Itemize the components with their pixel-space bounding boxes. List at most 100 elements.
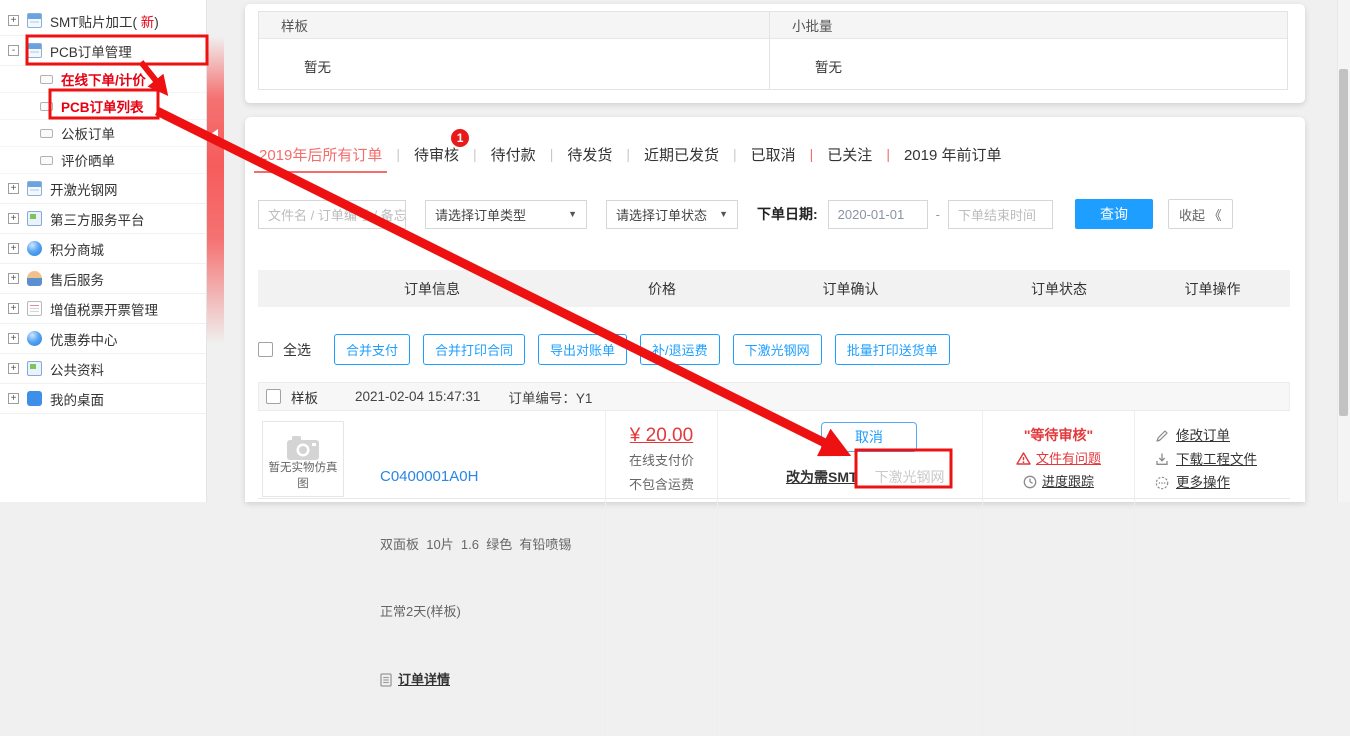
date-end-input[interactable]: 下单结束时间 bbox=[948, 200, 1053, 229]
tab-已取消[interactable]: 已取消 bbox=[750, 144, 797, 165]
new-badge: 新 bbox=[137, 15, 154, 30]
tab-2019年后所有订单[interactable]: 2019年后所有订单 bbox=[258, 144, 383, 165]
change-to-smt-link[interactable]: 改为需SMT bbox=[786, 467, 858, 487]
bulk-actions-bar: 全选 合并支付合并打印合同导出对账单补/退运费下激光钢网批量打印送货单 bbox=[258, 334, 1290, 365]
sidebar-item-label: PCB订单管理 bbox=[50, 41, 132, 61]
sidebar-item-label: 在线下单/计价 bbox=[61, 69, 146, 89]
tab-待发货[interactable]: 待发货 bbox=[566, 144, 613, 165]
expand-node-icon[interactable]: + bbox=[8, 273, 19, 284]
download-icon bbox=[1155, 452, 1169, 466]
summary-card: 样板小批量暂无暂无 bbox=[245, 4, 1305, 103]
laser-stencil-link[interactable]: 下激光钢网 bbox=[875, 467, 945, 487]
order-spec: 双面板 10片 1.6 绿色 有铅喷锡 bbox=[380, 534, 571, 557]
tab-待付款[interactable]: 待付款 bbox=[490, 144, 537, 165]
file-issue-link[interactable]: 文件有问题 bbox=[1036, 447, 1101, 470]
order-image-placeholder: 暂无实物仿真图 bbox=[262, 421, 344, 497]
sidebar-item-优惠券中心[interactable]: +优惠券中心 bbox=[0, 324, 206, 354]
summary-value: 暂无 bbox=[259, 39, 769, 89]
expand-node-icon[interactable]: + bbox=[8, 243, 19, 254]
cancel-order-button[interactable]: 取消 bbox=[821, 422, 917, 452]
sidebar-collapse-handle[interactable] bbox=[207, 36, 224, 344]
vertical-scrollbar[interactable] bbox=[1337, 0, 1350, 502]
order-info-cell: 暂无实物仿真图 C0400001A0H 双面板 10片 1.6 绿色 有铅喷锡 … bbox=[258, 411, 606, 736]
warning-icon bbox=[1016, 452, 1031, 465]
sidebar-item-第三方服务平台[interactable]: +第三方服务平台 bbox=[0, 204, 206, 234]
search-button[interactable]: 查询 bbox=[1075, 199, 1153, 229]
sidebar-item-label: 售后服务 bbox=[50, 269, 104, 289]
screen-icon bbox=[27, 361, 42, 376]
sidebar-item-我的桌面[interactable]: +我的桌面 bbox=[0, 384, 206, 414]
order-type-select[interactable]: 请选择订单类型 ▼ bbox=[425, 200, 587, 229]
expand-node-icon[interactable]: + bbox=[8, 183, 19, 194]
sidebar-item-label: SMT贴片加工( 新) bbox=[50, 11, 159, 31]
expand-node-icon[interactable]: + bbox=[8, 363, 19, 374]
operations-cell: 修改订单 下载工程文件 更多操作 bbox=[1135, 411, 1290, 736]
sidebar-item-公板订单[interactable]: 公板订单 bbox=[0, 120, 206, 147]
order-group-header: 样板 2021-02-04 15:47:31 订单编号：Y1 bbox=[258, 382, 1290, 411]
download-files-link[interactable]: 下载工程文件 bbox=[1176, 448, 1257, 472]
leaf-input-icon bbox=[40, 156, 53, 165]
column-header-订单操作: 订单操作 bbox=[1135, 279, 1290, 299]
sidebar-item-PCB订单管理[interactable]: - PCB订单管理 bbox=[0, 36, 206, 66]
sidebar-item-积分商城[interactable]: + 积分商城 bbox=[0, 234, 206, 264]
order-checkbox[interactable] bbox=[266, 389, 281, 404]
clock-icon bbox=[1023, 475, 1037, 489]
tab-已关注[interactable]: 已关注 bbox=[826, 144, 873, 165]
price-note-shipping: 不包含运费 bbox=[606, 473, 717, 497]
date-start-input[interactable]: 2020-01-01 bbox=[828, 200, 928, 229]
product-code-link[interactable]: C0400001A0H bbox=[380, 466, 571, 489]
sidebar-item-公共资料[interactable]: +公共资料 bbox=[0, 354, 206, 384]
order-number: 订单编号：Y1 bbox=[508, 387, 592, 407]
order-tabs: 2019年后所有订单|待审核1|待付款|待发货|近期已发货|已取消|已关注|20… bbox=[258, 141, 1290, 167]
bulk-button-下激光钢网[interactable]: 下激光钢网 bbox=[733, 334, 822, 365]
sidebar-item-label: 评价晒单 bbox=[61, 150, 115, 170]
modify-order-link[interactable]: 修改订单 bbox=[1176, 424, 1230, 448]
bulk-button-导出对账单[interactable]: 导出对账单 bbox=[538, 334, 627, 365]
expand-node-icon[interactable]: + bbox=[8, 213, 19, 224]
sidebar-item-SMT贴片加工[interactable]: + SMT贴片加工( 新) bbox=[0, 6, 206, 36]
column-header-价格: 价格 bbox=[606, 279, 718, 299]
bulk-button-批量打印送货单[interactable]: 批量打印送货单 bbox=[835, 334, 950, 365]
sidebar-nav: + SMT贴片加工( 新) - PCB订单管理在线下单/计价 PCB订单列表公板订单评价… bbox=[0, 0, 207, 502]
bulk-button-补/退运费[interactable]: 补/退运费 bbox=[640, 334, 720, 365]
expand-node-icon[interactable]: + bbox=[8, 15, 19, 26]
scrollbar-thumb[interactable] bbox=[1339, 69, 1348, 416]
sidebar-item-label: 开激光钢网 bbox=[50, 179, 118, 199]
chat-icon bbox=[27, 391, 42, 406]
invoice-icon bbox=[27, 301, 42, 316]
sidebar-item-PCB订单列表[interactable]: PCB订单列表 bbox=[0, 93, 206, 120]
more-actions-link[interactable]: 更多操作 bbox=[1176, 471, 1230, 495]
collapse-filters-button[interactable]: 收起 《 bbox=[1168, 199, 1233, 229]
sidebar-item-label: 积分商城 bbox=[50, 239, 104, 259]
order-detail-link[interactable]: 订单详情 bbox=[398, 669, 450, 692]
price-cell: ¥ 20.00 在线支付价 不包含运费 bbox=[606, 411, 718, 736]
tab-近期已发货[interactable]: 近期已发货 bbox=[643, 144, 720, 165]
progress-tracking-link[interactable]: 进度跟踪 bbox=[1042, 470, 1094, 493]
sidebar-item-评价晒单[interactable]: 评价晒单 bbox=[0, 147, 206, 174]
order-status-select[interactable]: 请选择订单状态 ▼ bbox=[606, 200, 738, 229]
tab-2019 年前订单[interactable]: 2019 年前订单 bbox=[903, 144, 1003, 165]
select-all-label: 全选 bbox=[283, 340, 311, 360]
expand-node-icon[interactable]: + bbox=[8, 303, 19, 314]
expand-node-icon[interactable]: + bbox=[8, 393, 19, 404]
bulk-button-合并支付[interactable]: 合并支付 bbox=[334, 334, 410, 365]
bulk-button-合并打印合同[interactable]: 合并打印合同 bbox=[423, 334, 525, 365]
tab-separator: | bbox=[396, 146, 400, 162]
keyword-input[interactable]: 文件名 / 订单编号 / 备忘 bbox=[258, 200, 406, 229]
order-details: C0400001A0H 双面板 10片 1.6 绿色 有铅喷锡 正常2天(样板)… bbox=[380, 421, 571, 736]
collapse-node-icon[interactable]: - bbox=[8, 45, 19, 56]
expand-node-icon[interactable]: + bbox=[8, 333, 19, 344]
column-header-订单信息: 订单信息 bbox=[258, 279, 606, 299]
date-label: 下单日期: bbox=[757, 204, 818, 224]
sidebar-item-在线下单/计价[interactable]: 在线下单/计价 bbox=[0, 66, 206, 93]
collapse-left-icon bbox=[211, 129, 218, 139]
order-group-type: 样板 bbox=[291, 387, 318, 407]
status-cell: "等待审核" 文件有问题 进度跟踪 bbox=[983, 411, 1135, 736]
price-link[interactable]: ¥ 20.00 bbox=[606, 423, 717, 449]
sidebar-item-开激光钢网[interactable]: + 开激光钢网 bbox=[0, 174, 206, 204]
sidebar-item-售后服务[interactable]: + 售后服务 bbox=[0, 264, 206, 294]
tab-待审核[interactable]: 待审核1 bbox=[413, 144, 460, 165]
sidebar-item-增值税票开票管理[interactable]: +增值税票开票管理 bbox=[0, 294, 206, 324]
sphere-icon bbox=[27, 241, 42, 256]
select-all-checkbox[interactable] bbox=[258, 342, 273, 357]
